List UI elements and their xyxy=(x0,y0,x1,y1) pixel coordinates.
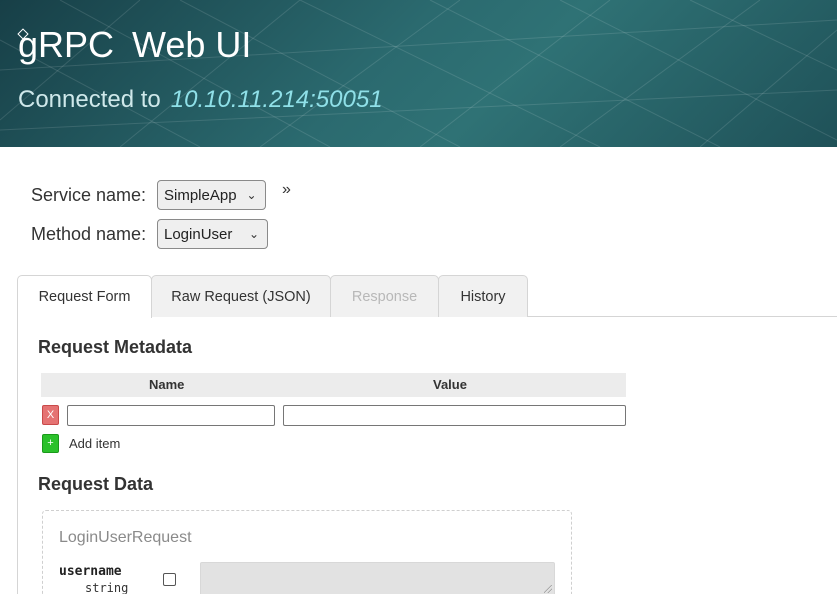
connected-label: Connected to xyxy=(18,86,161,113)
grpc-logo: gRPC xyxy=(17,24,115,66)
metadata-heading: Request Metadata xyxy=(38,337,193,357)
request-data-heading: Request Data xyxy=(38,474,154,494)
method-row: Method name: LoginUser ⌄ xyxy=(31,219,268,249)
column-header-name: Name xyxy=(149,377,185,392)
service-label: Service name: xyxy=(31,184,147,205)
app-header: gRPC Web UI Connected to 10.10.11.214:500… xyxy=(0,0,837,147)
metadata-name-input[interactable] xyxy=(67,405,275,426)
resize-handle-icon[interactable] xyxy=(544,585,552,593)
tab-history[interactable]: History xyxy=(438,275,528,317)
chevron-down-icon: ⌄ xyxy=(248,227,259,241)
add-metadata-button[interactable]: + xyxy=(42,434,59,453)
remove-metadata-button[interactable]: X xyxy=(42,405,59,425)
method-label: Method name: xyxy=(31,223,147,244)
field-null-checkbox[interactable] xyxy=(163,573,176,586)
add-item-label[interactable]: Add item xyxy=(69,436,120,451)
metadata-table-header: Name Value xyxy=(41,373,626,397)
tab-request-form[interactable]: Request Form xyxy=(17,275,152,318)
username-textarea[interactable] xyxy=(200,562,555,594)
request-message-box: LoginUserRequest username string xyxy=(42,510,572,594)
method-value: LoginUser xyxy=(164,225,233,243)
metadata-value-input[interactable] xyxy=(283,405,626,426)
chevron-down-icon: ⌄ xyxy=(246,188,257,202)
tab-raw-request[interactable]: Raw Request (JSON) xyxy=(151,275,331,317)
service-row: Service name: SimpleApp ⌄ xyxy=(31,180,266,210)
field-type: string xyxy=(85,581,129,594)
brand: gRPC Web UI xyxy=(17,22,252,68)
column-header-value: Value xyxy=(433,377,467,392)
app-title: Web UI xyxy=(132,24,252,65)
logo-text: gRPC xyxy=(18,24,115,65)
method-select[interactable]: LoginUser ⌄ xyxy=(157,219,268,249)
expand-button[interactable]: » xyxy=(282,181,291,199)
connection-status: Connected to 10.10.11.214:50051 xyxy=(18,86,383,114)
server-address: 10.10.11.214:50051 xyxy=(170,86,383,113)
field-name: username xyxy=(59,564,122,579)
tab-response[interactable]: Response xyxy=(330,275,439,317)
message-type-title: LoginUserRequest xyxy=(59,529,192,546)
service-value: SimpleApp xyxy=(164,186,237,204)
service-select[interactable]: SimpleApp ⌄ xyxy=(157,180,266,210)
